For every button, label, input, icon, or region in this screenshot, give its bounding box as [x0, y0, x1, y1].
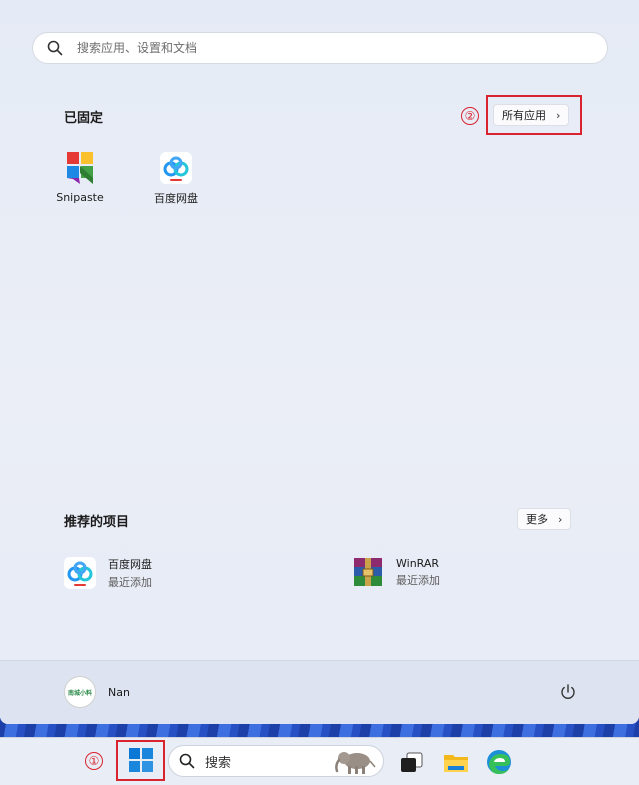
more-button[interactable]: 更多 ›: [517, 508, 572, 530]
highlight-box-all-apps: [486, 95, 582, 135]
windows-start-icon[interactable]: [128, 747, 154, 773]
avatar-text: 南城小料: [67, 689, 92, 697]
chevron-right-icon: ›: [558, 512, 563, 526]
start-search-box[interactable]: [32, 32, 608, 64]
annotation-two: ②: [461, 107, 479, 125]
search-icon: [47, 40, 63, 56]
pinned-app-baidu-netdisk[interactable]: 百度网盘: [136, 152, 216, 206]
more-label: 更多: [526, 513, 548, 526]
user-name[interactable]: Nan: [108, 686, 130, 699]
recommended-item-baidu-netdisk[interactable]: 百度网盘 最近添加: [64, 556, 152, 590]
pinned-title: 已固定: [64, 111, 104, 126]
pinned-app-label: 百度网盘: [154, 192, 198, 205]
taskbar-search-box[interactable]: 搜索: [168, 745, 384, 777]
power-icon[interactable]: [559, 683, 577, 701]
recommended-item-name: WinRAR: [396, 556, 440, 570]
file-explorer-icon[interactable]: [442, 748, 470, 776]
avatar[interactable]: 南城小料: [64, 676, 96, 708]
start-menu: 已固定 所有应用 › ② Snipaste 百度网盘 推荐的项目 更多 ›: [0, 0, 639, 724]
pinned-app-snipaste[interactable]: Snipaste: [40, 151, 120, 204]
taskbar-search-label: 搜索: [205, 755, 232, 771]
elephant-highlight-icon: [335, 752, 376, 774]
snipaste-icon: [67, 152, 93, 184]
annotation-one: ①: [85, 752, 103, 770]
baidu-netdisk-icon: [64, 557, 96, 589]
winrar-icon: [354, 558, 382, 586]
search-input[interactable]: [77, 41, 607, 55]
recommended-item-sub: 最近添加: [108, 576, 152, 589]
task-view-icon[interactable]: [398, 748, 426, 776]
recommended-item-sub: 最近添加: [396, 573, 440, 587]
recommended-item-name: 百度网盘: [108, 558, 152, 571]
baidu-netdisk-icon: [160, 152, 192, 184]
edge-browser-icon[interactable]: [485, 748, 513, 776]
search-icon: [179, 753, 195, 769]
recommended-title: 推荐的项目: [64, 515, 130, 530]
recommended-item-winrar[interactable]: WinRAR 最近添加: [352, 556, 440, 588]
pinned-app-label: Snipaste: [56, 191, 104, 204]
